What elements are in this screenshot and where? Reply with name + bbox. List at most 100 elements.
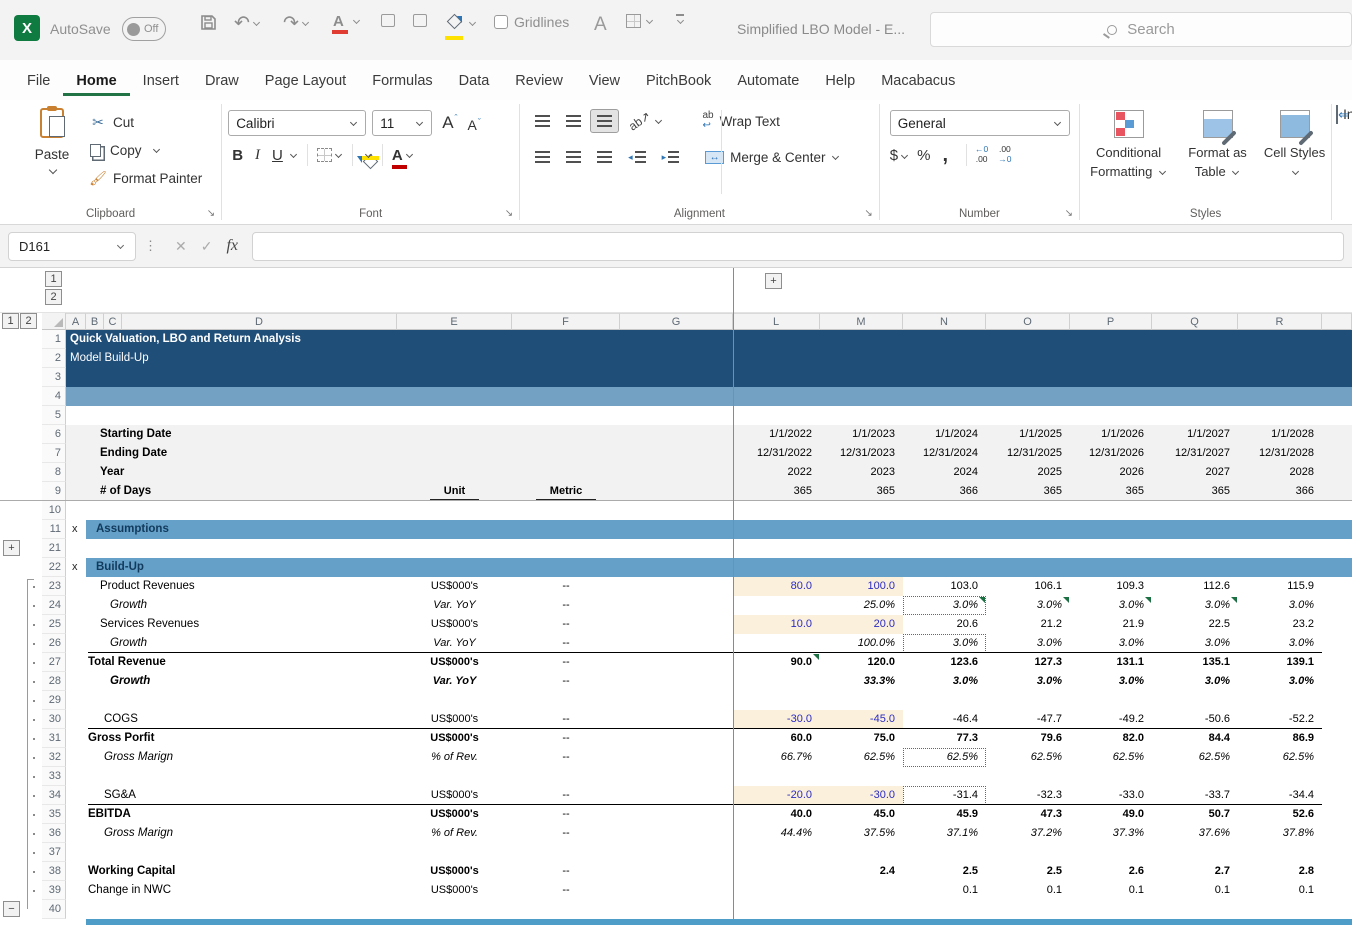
row-header-33[interactable]: 33	[42, 767, 66, 786]
cell-D24[interactable]: Growth	[110, 596, 147, 615]
cell-L35[interactable]: 40.0	[733, 805, 820, 824]
cell-L27[interactable]: 90.0	[733, 653, 820, 672]
cell-N32[interactable]: 62.5%	[903, 748, 986, 767]
cell-E24[interactable]: Var. YoY	[397, 596, 512, 615]
cell-L32[interactable]: 66.7%	[733, 748, 820, 767]
cell-N23[interactable]: 103.0	[903, 577, 986, 596]
menu-tab-automate[interactable]: Automate	[724, 64, 812, 96]
row-expand-button[interactable]: +	[3, 540, 20, 556]
cell-F34[interactable]: --	[512, 786, 620, 805]
row-header-6[interactable]: 6	[42, 425, 66, 444]
borders-button[interactable]	[317, 148, 332, 162]
cell-O8[interactable]: 2025	[986, 463, 1070, 482]
cell-B22[interactable]: x	[72, 558, 78, 577]
cell-styles-button[interactable]: Cell Styles	[1264, 106, 1326, 224]
cell-M24[interactable]: 25.0%	[820, 596, 903, 615]
menu-tab-insert[interactable]: Insert	[130, 64, 192, 96]
cell-O31[interactable]: 79.6	[986, 729, 1070, 748]
cell-L31[interactable]: 60.0	[733, 729, 820, 748]
menu-tab-help[interactable]: Help	[812, 64, 868, 96]
cell-R31[interactable]: 86.9	[1238, 729, 1322, 748]
cell-E9[interactable]: Unit	[397, 482, 512, 501]
cell-E23[interactable]: US$000's	[397, 577, 512, 596]
cell-D32[interactable]: Gross Marign	[104, 748, 173, 767]
cell-O24[interactable]: 3.0%	[986, 596, 1070, 615]
cell-D30[interactable]: COGS	[104, 710, 138, 729]
cell-E38[interactable]: US$000's	[397, 862, 512, 881]
cell-D25[interactable]: Services Revenues	[100, 615, 199, 634]
cell-R39[interactable]: 0.1	[1238, 881, 1322, 900]
menu-tab-macabacus[interactable]: Macabacus	[868, 64, 968, 96]
cell-Q25[interactable]: 22.5	[1152, 615, 1238, 634]
row-outline-level-1-button[interactable]: 1	[2, 313, 19, 329]
row-header-39[interactable]: 39	[42, 881, 66, 900]
cell-P34[interactable]: -33.0	[1070, 786, 1152, 805]
menu-tab-data[interactable]: Data	[446, 64, 503, 96]
column-outline-level-2-button[interactable]: 2	[45, 289, 62, 305]
cell-D39[interactable]: Change in NWC	[88, 881, 171, 900]
row-header-8[interactable]: 8	[42, 463, 66, 482]
cell-N28[interactable]: 3.0%	[903, 672, 986, 691]
col-header-B[interactable]: B	[86, 313, 104, 330]
cell-P31[interactable]: 82.0	[1070, 729, 1152, 748]
cell-R8[interactable]: 2028	[1238, 463, 1322, 482]
cell-O34[interactable]: -32.3	[986, 786, 1070, 805]
italic-button[interactable]: I	[255, 147, 260, 164]
align-middle-button[interactable]	[559, 109, 588, 133]
copy-button[interactable]: Copy	[88, 136, 202, 164]
cell-Q27[interactable]: 135.1	[1152, 653, 1238, 672]
wrap-text-button[interactable]: ab↩ Wrap Text	[696, 105, 787, 137]
row-header-10[interactable]: 10	[42, 501, 66, 520]
confirm-entry-icon[interactable]: ✓	[201, 238, 213, 255]
row-header-29[interactable]: 29	[42, 691, 66, 710]
cell-P6[interactable]: 1/1/2026	[1070, 425, 1152, 444]
cell-Q30[interactable]: -50.6	[1152, 710, 1238, 729]
cell-E25[interactable]: US$000's	[397, 615, 512, 634]
cell-P24[interactable]: 3.0%	[1070, 596, 1152, 615]
row-header-35[interactable]: 35	[42, 805, 66, 824]
cell-D6[interactable]: Starting Date	[100, 425, 172, 444]
cell-R35[interactable]: 52.6	[1238, 805, 1322, 824]
align-left-button[interactable]	[528, 145, 557, 169]
cell-N9[interactable]: 366	[903, 482, 986, 501]
cell-D1[interactable]: Quick Valuation, LBO and Return Analysis	[70, 330, 301, 349]
percent-format-button[interactable]: %	[917, 147, 930, 164]
name-box[interactable]: D161	[8, 232, 136, 261]
cell-E31[interactable]: US$000's	[397, 729, 512, 748]
cell-R34[interactable]: -34.4	[1238, 786, 1322, 805]
cell-Q39[interactable]: 0.1	[1152, 881, 1238, 900]
col-header-N[interactable]: N	[903, 313, 986, 330]
cell-Q32[interactable]: 62.5%	[1152, 748, 1238, 767]
cell-N34[interactable]: -31.4	[903, 786, 986, 805]
cell-R23[interactable]: 115.9	[1238, 577, 1322, 596]
cell-F39[interactable]: --	[512, 881, 620, 900]
row-header-36[interactable]: 36	[42, 824, 66, 843]
col-header-A[interactable]: A	[66, 313, 86, 330]
cell-E32[interactable]: % of Rev.	[397, 748, 512, 767]
border-grid-button[interactable]	[626, 14, 654, 28]
cell-Q35[interactable]: 50.7	[1152, 805, 1238, 824]
cell-L6[interactable]: 1/1/2022	[733, 425, 820, 444]
cell-R26[interactable]: 3.0%	[1238, 634, 1322, 653]
cell-L34[interactable]: -20.0	[733, 786, 820, 805]
cell-F26[interactable]: --	[512, 634, 620, 653]
cell-Q34[interactable]: -33.7	[1152, 786, 1238, 805]
cell-O25[interactable]: 21.2	[986, 615, 1070, 634]
menu-tab-home[interactable]: Home	[63, 64, 129, 96]
cell-F36[interactable]: --	[512, 824, 620, 843]
row-header-30[interactable]: 30	[42, 710, 66, 729]
cell-N30[interactable]: -46.4	[903, 710, 986, 729]
cell-L25[interactable]: 10.0	[733, 615, 820, 634]
number-format-select[interactable]: General	[890, 110, 1070, 136]
increase-decimal-button[interactable]: ←0.00	[975, 145, 988, 165]
cell-N38[interactable]: 2.5	[903, 862, 986, 881]
cell-R32[interactable]: 62.5%	[1238, 748, 1322, 767]
cell-F9[interactable]: Metric	[512, 482, 620, 501]
cell-D7[interactable]: Ending Date	[100, 444, 167, 463]
cell-M35[interactable]: 45.0	[820, 805, 903, 824]
cell-D22[interactable]: Build-Up	[96, 558, 144, 577]
menu-tab-page-layout[interactable]: Page Layout	[252, 64, 359, 96]
menu-tab-formulas[interactable]: Formulas	[359, 64, 445, 96]
cell-N8[interactable]: 2024	[903, 463, 986, 482]
decrease-decimal-button[interactable]: .00→0	[998, 145, 1011, 165]
